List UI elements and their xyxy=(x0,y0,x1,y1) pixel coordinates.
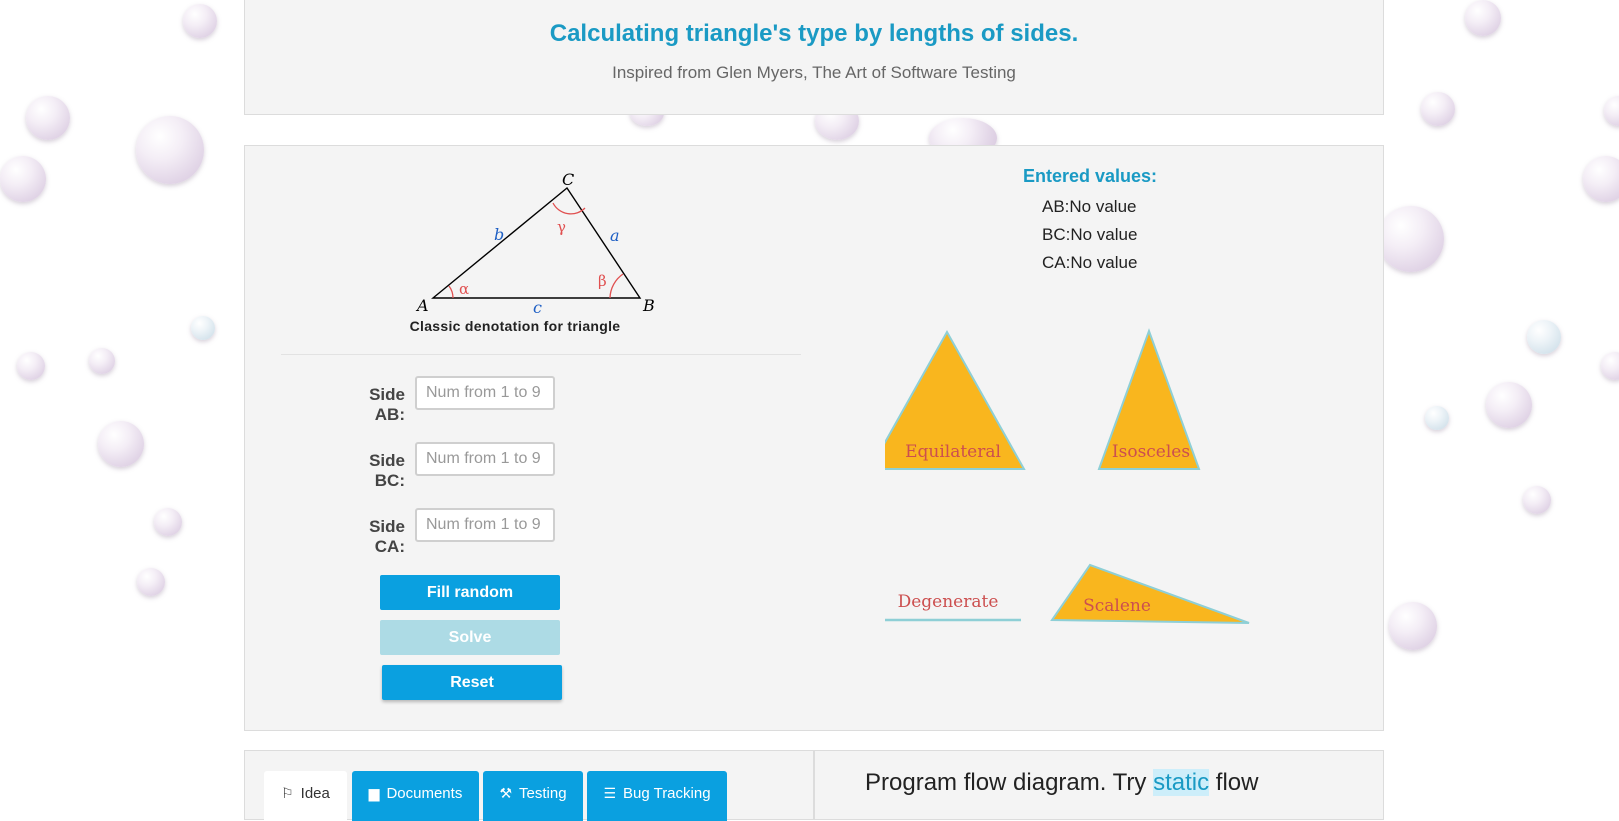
isosceles-label: Isosceles xyxy=(1112,442,1190,462)
page-subtitle: Inspired from Glen Myers, The Art of Sof… xyxy=(612,63,1016,82)
flow-suffix: flow xyxy=(1209,769,1259,796)
flow-prefix: Program flow diagram. Try xyxy=(865,769,1154,796)
static-flow-link[interactable]: static xyxy=(1153,769,1210,796)
angle-beta-arc xyxy=(609,273,624,299)
fill-random-button[interactable]: Fill random xyxy=(380,575,560,610)
side-bc-input[interactable] xyxy=(415,442,555,476)
tab-idea-label: Idea xyxy=(300,785,330,802)
degenerate-label: Degenerate xyxy=(898,592,999,612)
divider xyxy=(281,354,801,355)
document-icon: ▆ xyxy=(368,785,380,801)
flag-icon: ⚐ xyxy=(281,785,294,801)
tabs-panel: ⚐ Idea ▆ Documents ⚒ Testing ☰ Bug Tracking xyxy=(244,750,814,821)
angle-alpha-arc xyxy=(448,285,454,299)
solve-button[interactable]: Solve xyxy=(380,620,560,655)
vertex-a-label: A xyxy=(415,296,429,315)
vertex-c-label: C xyxy=(562,170,574,189)
tab-documents-label: Documents xyxy=(386,785,463,802)
diagram-caption: Classic denotation for triangle xyxy=(409,318,621,334)
wrench-icon: ⚒ xyxy=(499,785,513,801)
triangle-diagram: A B C a b c α β γ xyxy=(415,170,655,316)
triangle-types: Equilateral Isosceles Degenerate Scalene xyxy=(885,328,1250,624)
page-title: Calculating triangle's type by lengths o… xyxy=(549,20,1079,47)
angle-beta-label: β xyxy=(598,272,607,290)
tab-bug-tracking[interactable]: ☰ Bug Tracking xyxy=(587,771,727,821)
scalene-label: Scalene xyxy=(1083,596,1151,616)
reset-button[interactable]: Reset xyxy=(382,665,562,700)
equilateral-label: Equilateral xyxy=(905,442,1001,462)
list-icon: ☰ xyxy=(603,785,616,801)
vertex-b-label: B xyxy=(642,296,655,315)
tab-idea[interactable]: ⚐ Idea xyxy=(264,771,347,821)
side-b-label: b xyxy=(494,225,504,244)
side-c-label: c xyxy=(533,298,542,316)
angle-gamma-label: γ xyxy=(557,218,566,236)
header-panel: Calculating triangle's type by lengths o… xyxy=(244,0,1384,115)
side-ab-label: Side AB: xyxy=(369,385,405,424)
entered-ca-value: CA:No value xyxy=(1042,253,1138,272)
side-ca-input[interactable] xyxy=(415,508,555,542)
flow-heading: Program flow diagram. Try static flow xyxy=(865,769,1258,797)
side-a-label: a xyxy=(610,226,620,245)
main-panel: A B C a b c α β γ Classic denotation for… xyxy=(244,145,1384,731)
flow-panel: Program flow diagram. Try static flow xyxy=(814,750,1384,820)
tab-testing-label: Testing xyxy=(519,785,567,802)
tab-documents[interactable]: ▆ Documents xyxy=(352,771,479,821)
side-bc-label: Side BC: xyxy=(369,451,405,490)
side-ca-label: Side CA: xyxy=(369,517,405,556)
entered-values-heading: Entered values: xyxy=(1022,166,1158,186)
side-ab-input[interactable] xyxy=(415,376,555,410)
entered-bc-value: BC:No value xyxy=(1042,225,1138,244)
tab-testing[interactable]: ⚒ Testing xyxy=(483,771,583,821)
entered-ab-value: AB:No value xyxy=(1042,197,1137,216)
tab-bug-tracking-label: Bug Tracking xyxy=(623,785,711,802)
angle-alpha-label: α xyxy=(459,280,469,298)
